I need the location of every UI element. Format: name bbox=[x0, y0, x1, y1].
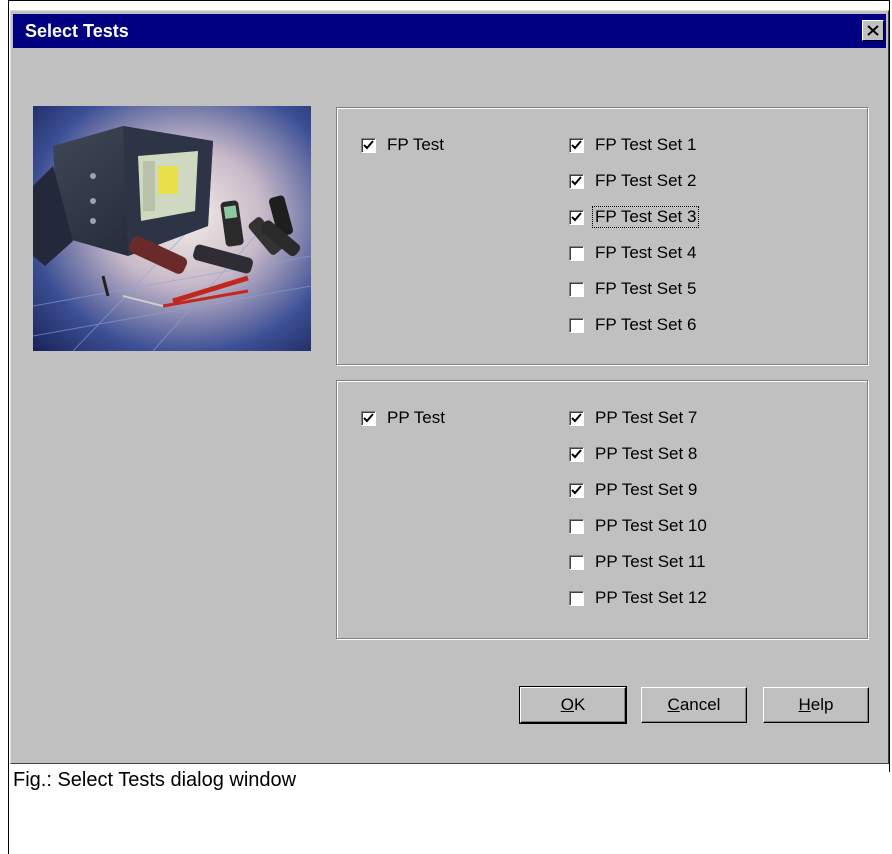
fp-test-set-4-checkbox[interactable]: FP Test Set 4 bbox=[569, 242, 698, 264]
document-frame-right bbox=[889, 0, 890, 772]
close-button[interactable] bbox=[862, 20, 884, 41]
fp-test-set-3-checkbox[interactable]: FP Test Set 3 bbox=[569, 206, 700, 228]
fp-test-label: FP Test bbox=[387, 135, 445, 154]
fp-test-checkbox[interactable]: FP Test bbox=[361, 134, 446, 156]
pp-test-checkbox[interactable]: PP Test bbox=[361, 407, 447, 429]
fp-test-set-2-label: FP Test Set 2 bbox=[595, 171, 697, 190]
check-box[interactable] bbox=[569, 317, 584, 333]
cancel-mnemonic: C bbox=[667, 695, 680, 714]
fp-test-set-6-checkbox[interactable]: FP Test Set 6 bbox=[569, 314, 698, 336]
window-title: Select Tests bbox=[25, 21, 129, 41]
pp-test-set-11-checkbox[interactable]: PP Test Set 11 bbox=[569, 551, 708, 573]
fp-test-set-5-checkbox[interactable]: FP Test Set 5 bbox=[569, 278, 698, 300]
help-label-rest: elp bbox=[810, 695, 834, 714]
pp-test-set-8-checkbox[interactable]: PP Test Set 8 bbox=[569, 443, 699, 465]
check-box[interactable] bbox=[569, 482, 584, 498]
fp-test-set-5-label: FP Test Set 5 bbox=[595, 279, 697, 298]
check-box[interactable] bbox=[569, 137, 584, 153]
fp-test-set-6-label: FP Test Set 6 bbox=[595, 315, 697, 334]
ok-label-rest: K bbox=[573, 695, 586, 714]
fp-test-set-3-label: FP Test Set 3 bbox=[591, 206, 700, 228]
test-equipment-photo bbox=[33, 106, 311, 351]
check-box[interactable] bbox=[569, 446, 584, 462]
pp-test-check-box[interactable] bbox=[361, 410, 376, 426]
pp-test-set-11-label: PP Test Set 11 bbox=[595, 552, 706, 571]
title-bar[interactable]: Select Tests bbox=[13, 14, 886, 48]
fp-test-set-2-checkbox[interactable]: FP Test Set 2 bbox=[569, 170, 698, 192]
select-tests-dialog: Select Tests FP Test FP Test Set 1 FP Te… bbox=[10, 10, 889, 764]
ok-mnemonic: O bbox=[560, 695, 574, 714]
check-box[interactable] bbox=[569, 410, 584, 426]
check-box[interactable] bbox=[569, 518, 584, 534]
pp-test-set-10-label: PP Test Set 10 bbox=[595, 516, 707, 535]
check-box[interactable] bbox=[569, 281, 584, 297]
pp-test-set-7-label: PP Test Set 7 bbox=[595, 408, 698, 427]
help-mnemonic: H bbox=[798, 695, 811, 714]
close-icon bbox=[867, 25, 879, 36]
check-box[interactable] bbox=[569, 554, 584, 570]
check-box[interactable] bbox=[569, 209, 584, 225]
document-frame-left bbox=[8, 0, 9, 854]
fp-test-check-box[interactable] bbox=[361, 137, 376, 153]
check-box[interactable] bbox=[569, 245, 584, 261]
pp-test-set-7-checkbox[interactable]: PP Test Set 7 bbox=[569, 407, 699, 429]
help-button[interactable]: Help bbox=[763, 687, 869, 723]
check-box[interactable] bbox=[569, 590, 584, 606]
pp-test-set-9-checkbox[interactable]: PP Test Set 9 bbox=[569, 479, 699, 501]
check-box[interactable] bbox=[569, 173, 584, 189]
pp-test-label: PP Test bbox=[387, 408, 445, 427]
fp-test-set-1-label: FP Test Set 1 bbox=[595, 135, 697, 154]
cancel-label-rest: ancel bbox=[679, 695, 721, 714]
ok-button[interactable]: OK bbox=[519, 686, 627, 724]
pp-test-set-8-label: PP Test Set 8 bbox=[595, 444, 698, 463]
pp-test-set-9-label: PP Test Set 9 bbox=[595, 480, 698, 499]
fp-test-set-4-label: FP Test Set 4 bbox=[595, 243, 697, 262]
pp-test-set-12-label: PP Test Set 12 bbox=[595, 588, 707, 607]
document-frame-top bbox=[8, 0, 890, 1]
fp-test-set-1-checkbox[interactable]: FP Test Set 1 bbox=[569, 134, 698, 156]
pp-test-set-10-checkbox[interactable]: PP Test Set 10 bbox=[569, 515, 709, 537]
cancel-button[interactable]: Cancel bbox=[641, 687, 747, 723]
figure-caption: Fig.: Select Tests dialog window bbox=[13, 769, 297, 791]
pp-test-set-12-checkbox[interactable]: PP Test Set 12 bbox=[569, 587, 709, 609]
